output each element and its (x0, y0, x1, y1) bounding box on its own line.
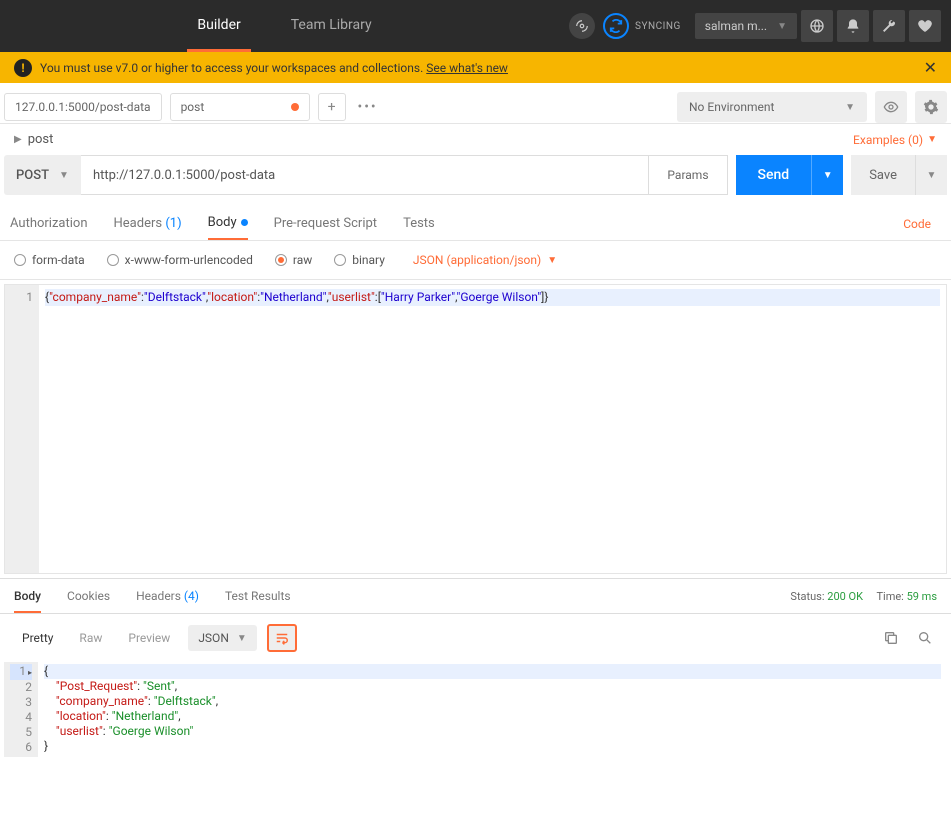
warning-icon: ! (14, 59, 32, 77)
topbar: Builder Team Library SYNCING salman m...… (0, 0, 951, 52)
format-select[interactable]: JSON▼ (188, 625, 256, 651)
response-toolbar: Pretty Raw Preview JSON▼ (0, 614, 951, 662)
radio-form-data[interactable]: form-data (14, 253, 85, 267)
content-type-select[interactable]: JSON (application/json)▼ (413, 253, 557, 267)
satellite-icon[interactable] (569, 13, 595, 39)
request-tab-2[interactable]: post (170, 93, 310, 121)
method-select[interactable]: POST▼ (4, 155, 81, 195)
view-raw[interactable]: Raw (71, 627, 110, 649)
view-preview[interactable]: Preview (120, 627, 178, 649)
editor-gutter: 1 (5, 285, 39, 573)
warning-bar: ! You must use v7.0 or higher to access … (0, 52, 951, 83)
wrap-toggle[interactable] (267, 624, 297, 652)
sync-icon (603, 13, 629, 39)
url-input[interactable] (81, 155, 649, 195)
response-tab-cookies[interactable]: Cookies (67, 589, 110, 603)
request-tab-1[interactable]: 127.0.0.1:5000/post-data (4, 93, 162, 121)
response-editor[interactable]: 1▸ 2 3 4 5 6 { "Post_Request": "Sent", "… (4, 662, 947, 757)
tab-body[interactable]: Body (208, 207, 248, 240)
editor-code[interactable]: {"company_name":"Delftstack","location":… (39, 285, 946, 573)
response-tab-headers[interactable]: Headers (4) (136, 589, 199, 603)
save-button[interactable]: Save (851, 155, 915, 195)
response-meta: Status: 200 OK Time: 59 ms (790, 590, 937, 603)
radio-urlencoded[interactable]: x-www-form-urlencoded (107, 253, 253, 267)
nav-tab-team-library[interactable]: Team Library (281, 0, 382, 52)
params-button[interactable]: Params (649, 155, 727, 195)
sync-badge: SYNCING (603, 13, 681, 39)
response-tab-test-results[interactable]: Test Results (225, 589, 291, 603)
request-row: POST▼ Params Send ▼ Save ▼ (0, 155, 951, 205)
send-button[interactable]: Send (736, 155, 812, 195)
tab-headers[interactable]: Headers (1) (114, 208, 182, 239)
response-header: Body Cookies Headers (4) Test Results St… (0, 578, 951, 614)
environment-preview-button[interactable] (875, 91, 907, 123)
tab-authorization[interactable]: Authorization (10, 208, 88, 239)
warning-link[interactable]: See what's new (426, 61, 508, 75)
wrench-icon[interactable] (873, 10, 905, 42)
request-tabs: Authorization Headers (1) Body Pre-reque… (0, 205, 951, 241)
expand-icon[interactable]: ▶ (14, 134, 22, 145)
tab-strip: 127.0.0.1:5000/post-data post + ••• No E… (0, 83, 951, 124)
environment-settings-button[interactable] (915, 91, 947, 123)
response-tab-body[interactable]: Body (14, 589, 41, 613)
heart-icon[interactable] (909, 10, 941, 42)
unsaved-dot-icon (291, 103, 299, 111)
warning-close-button[interactable]: ✕ (924, 58, 937, 77)
radio-raw[interactable]: raw (275, 253, 312, 267)
view-pretty[interactable]: Pretty (14, 627, 61, 649)
tab-prerequest[interactable]: Pre-request Script (274, 208, 377, 239)
title-row: ▶ post Examples (0)▼ (0, 124, 951, 155)
nav-tab-builder[interactable]: Builder (187, 0, 250, 52)
search-icon[interactable] (913, 626, 937, 650)
tab-tests[interactable]: Tests (403, 208, 435, 239)
examples-dropdown[interactable]: Examples (0)▼ (853, 133, 937, 147)
warning-text: You must use v7.0 or higher to access yo… (40, 61, 426, 75)
copy-icon[interactable] (879, 626, 903, 650)
request-title: post (28, 132, 54, 147)
save-dropdown-button[interactable]: ▼ (915, 155, 947, 195)
bell-icon[interactable] (837, 10, 869, 42)
tab-more-button[interactable]: ••• (354, 93, 382, 121)
add-tab-button[interactable]: + (318, 93, 346, 121)
environment-select[interactable]: No Environment▼ (677, 92, 867, 122)
request-body-editor[interactable]: 1 {"company_name":"Delftstack","location… (4, 284, 947, 574)
response-code[interactable]: { "Post_Request": "Sent", "company_name"… (38, 662, 947, 757)
user-dropdown[interactable]: salman m...▼ (695, 13, 797, 39)
body-modified-dot-icon (241, 219, 248, 226)
radio-binary[interactable]: binary (334, 253, 385, 267)
sync-label: SYNCING (635, 21, 681, 32)
body-type-row: form-data x-www-form-urlencoded raw bina… (0, 241, 951, 280)
code-link[interactable]: Code (903, 217, 941, 231)
response-gutter: 1▸ 2 3 4 5 6 (4, 662, 38, 757)
send-dropdown-button[interactable]: ▼ (811, 155, 843, 195)
globe-icon[interactable] (801, 10, 833, 42)
